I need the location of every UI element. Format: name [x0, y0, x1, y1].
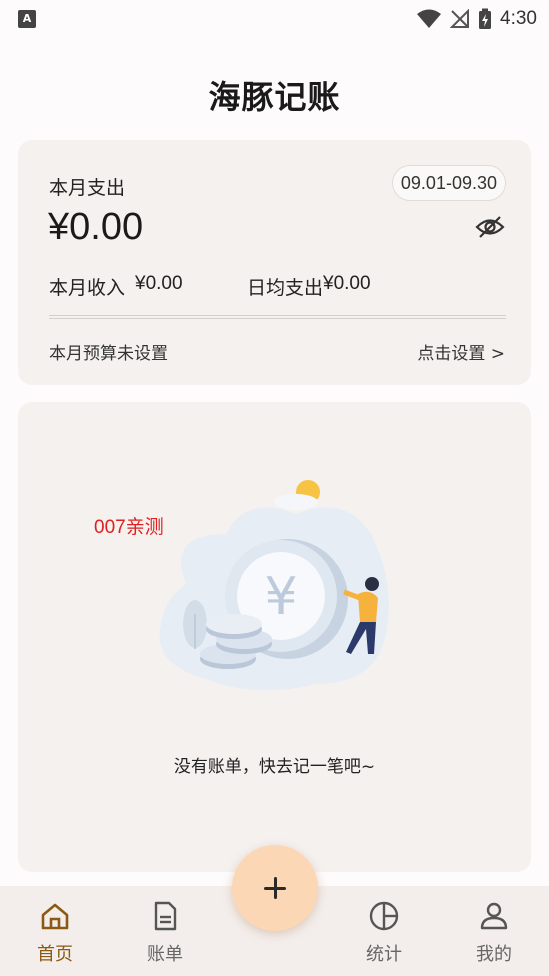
plus-icon: [264, 877, 286, 899]
status-icons: 4:30: [416, 6, 537, 32]
app-notification-icon: A: [18, 10, 36, 28]
monthly-income-value: ¥0.00: [135, 273, 183, 294]
empty-state-message: 没有账单，快去记一笔吧~: [173, 757, 376, 777]
monthly-expense-amount: ¥0.00: [48, 206, 144, 248]
user-icon: [480, 902, 508, 930]
status-bar: A 4:30: [0, 0, 549, 38]
add-record-button[interactable]: [232, 845, 318, 931]
nav-label-bills: 账单: [147, 944, 183, 965]
nav-label-home: 首页: [37, 944, 73, 965]
watermark-text: 007亲测: [94, 517, 164, 538]
nav-item-profile[interactable]: 我的: [439, 886, 549, 976]
budget-status-label: 本月预算未设置: [49, 344, 168, 364]
document-icon: [154, 901, 177, 931]
svg-text:¥: ¥: [264, 567, 297, 627]
wifi-icon: [417, 9, 442, 28]
date-range-button[interactable]: 09.01-09.30: [391, 165, 506, 201]
nav-label-statistics: 统计: [366, 944, 402, 965]
divider: [49, 315, 506, 319]
monthly-income-label: 本月收入: [49, 277, 126, 299]
home-icon: [41, 903, 69, 930]
status-time: 4:30: [500, 8, 537, 29]
coin-person-illustration: ¥: [159, 480, 389, 691]
monthly-summary-card: 本月支出 09.01-09.30 ¥0.00 本月收入 ¥0.00 日均支出 ¥…: [18, 140, 531, 385]
nav-item-statistics[interactable]: 统计: [329, 886, 439, 976]
daily-average-expense: 日均支出 ¥0.00: [247, 273, 371, 300]
monthly-expense-label: 本月支出: [49, 177, 126, 199]
nav-item-home[interactable]: 首页: [0, 886, 110, 976]
pie-chart-icon: [369, 901, 399, 931]
monthly-income: 本月收入 ¥0.00: [49, 273, 183, 300]
nav-label-profile: 我的: [476, 944, 512, 965]
nav-item-bills[interactable]: 账单: [110, 886, 220, 976]
battery-charging-icon: [479, 8, 492, 29]
eye-off-icon[interactable]: [475, 214, 505, 240]
no-signal-icon: [450, 9, 470, 28]
set-budget-link[interactable]: 点击设置 >: [417, 339, 505, 364]
daily-average-value: ¥0.00: [323, 273, 371, 294]
bill-list-empty-state: ¥ 007亲测 没有账单，快去记一笔吧~: [18, 402, 531, 872]
page-title: 海豚记账: [208, 78, 341, 116]
daily-average-label: 日均支出: [247, 277, 324, 299]
